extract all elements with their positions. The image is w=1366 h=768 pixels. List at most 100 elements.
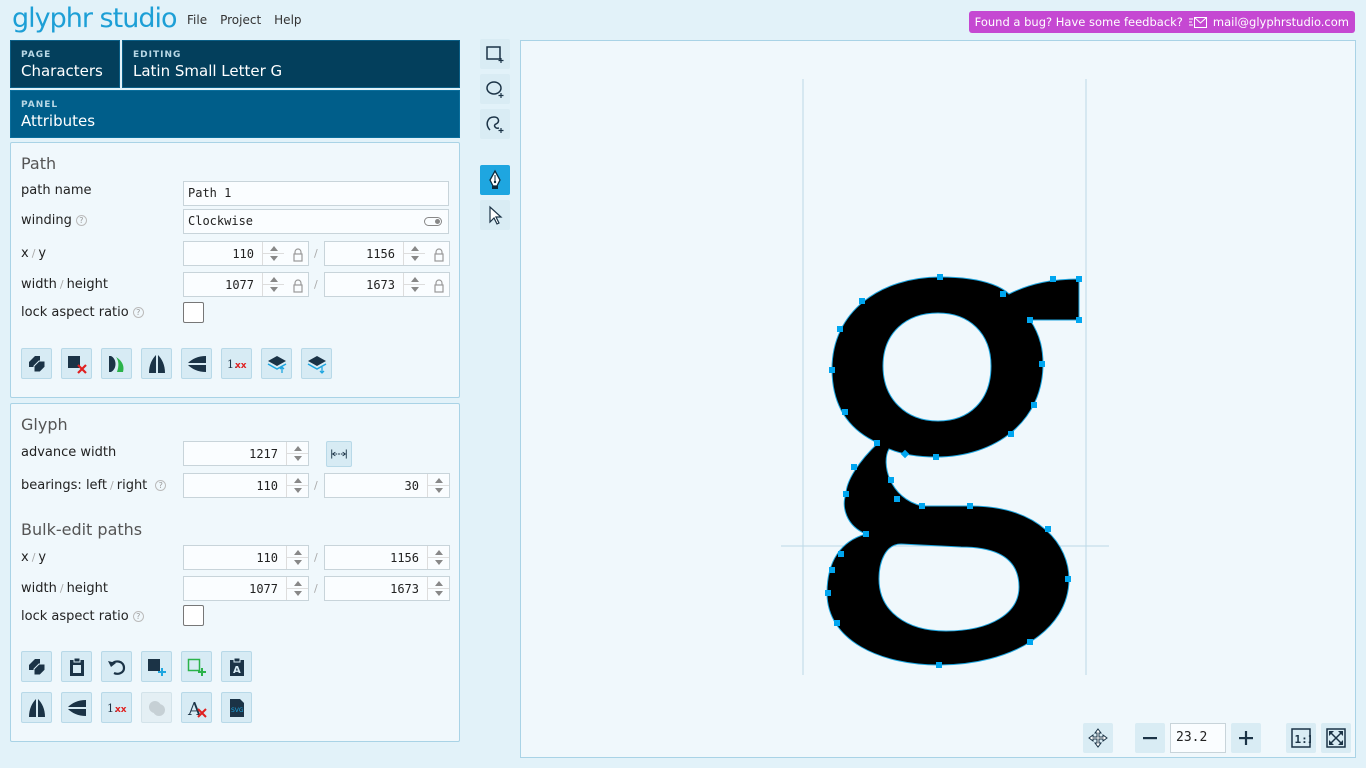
spinner-arrows-icon[interactable] xyxy=(286,546,308,569)
bulk-lock-aspect-checkbox[interactable] xyxy=(183,605,204,626)
undo-button[interactable] xyxy=(101,651,132,682)
lock-icon[interactable] xyxy=(429,242,449,267)
bulk-height-input[interactable]: 1673 xyxy=(324,576,450,601)
main-menu: File Project Help xyxy=(187,13,302,27)
glyph-import-icon: A xyxy=(229,657,244,676)
round-values-button[interactable]: 1. xx xyxy=(101,692,132,723)
pan-button[interactable] xyxy=(1083,723,1113,753)
advance-width-label: advance width xyxy=(21,445,117,460)
move-layer-down-button[interactable] xyxy=(301,348,332,379)
copy-path-button[interactable] xyxy=(21,348,52,379)
import-glyph-button[interactable]: A xyxy=(221,651,252,682)
path-x-input[interactable]: 110 xyxy=(183,241,309,266)
winding-toggle[interactable]: Clockwise xyxy=(183,209,449,234)
help-icon[interactable]: ? xyxy=(132,611,144,622)
lock-icon[interactable] xyxy=(288,242,308,267)
auto-width-button[interactable] xyxy=(326,441,352,467)
clear-glyph-icon: A xyxy=(187,699,207,719)
spinner-arrows-icon[interactable] xyxy=(427,474,449,497)
copy-glyph-button[interactable] xyxy=(21,651,52,682)
combine-paths-button[interactable] xyxy=(141,692,172,723)
path-width-input[interactable]: 1077 xyxy=(183,272,309,297)
select-arrow-tool[interactable] xyxy=(480,200,510,230)
move-layer-up-button[interactable] xyxy=(261,348,292,379)
advance-width-input[interactable]: 1217 xyxy=(183,441,309,466)
toggle-switch-icon[interactable] xyxy=(424,217,442,226)
wh-separator: / xyxy=(314,278,318,291)
bulk-x-input[interactable]: 110 xyxy=(183,545,309,570)
page-tile[interactable]: PAGE Characters xyxy=(10,40,120,88)
path-y-input[interactable]: 1156 xyxy=(324,241,450,266)
svg-text:1:1: 1:1 xyxy=(1295,733,1312,746)
bulk-width-input[interactable]: 1077 xyxy=(183,576,309,601)
app-logo: glyphr studio xyxy=(12,3,177,34)
bearing-right-input[interactable]: 30 xyxy=(324,473,450,498)
bearing-left-input[interactable]: 110 xyxy=(183,473,309,498)
actual-size-button[interactable]: 1:1 xyxy=(1286,723,1316,753)
spinner-arrows-icon[interactable] xyxy=(286,442,308,465)
path-height-input[interactable]: 1673 xyxy=(324,272,450,297)
slash-separator: / xyxy=(31,247,36,260)
bulk-y-value: 1156 xyxy=(390,551,419,565)
add-shape-button[interactable] xyxy=(141,651,172,682)
flip-horizontal-button[interactable] xyxy=(141,348,172,379)
lock-aspect-label: lock aspect ratio? xyxy=(21,305,144,320)
panel-tile[interactable]: PANEL Attributes xyxy=(10,90,460,138)
letter-g-path[interactable] xyxy=(826,276,1080,666)
spinner-arrows-icon[interactable] xyxy=(262,273,284,296)
spinner-arrows-icon[interactable] xyxy=(403,242,425,265)
bearings-right-label: right xyxy=(116,478,148,493)
flip-horizontal-button[interactable] xyxy=(21,692,52,723)
spinner-arrows-icon[interactable] xyxy=(286,474,308,497)
arrow-cursor-icon xyxy=(489,205,503,225)
bulk-xy-label: x / y xyxy=(21,550,46,565)
spinner-arrows-icon[interactable] xyxy=(427,546,449,569)
menu-file[interactable]: File xyxy=(187,13,207,27)
flip-vertical-button[interactable] xyxy=(181,348,212,379)
paste-button[interactable] xyxy=(61,651,92,682)
menu-project[interactable]: Project xyxy=(220,13,261,27)
spinner-arrows-icon[interactable] xyxy=(403,273,425,296)
winding-label-text: winding xyxy=(21,213,72,228)
help-icon[interactable]: ? xyxy=(75,215,87,226)
feedback-text: Found a bug? Have some feedback? xyxy=(974,15,1183,29)
fit-to-screen-button[interactable] xyxy=(1321,723,1351,753)
new-rectangle-tool[interactable] xyxy=(480,39,510,69)
new-path-tool[interactable] xyxy=(480,109,510,139)
new-oval-tool[interactable] xyxy=(480,74,510,104)
menu-help[interactable]: Help xyxy=(274,13,301,27)
help-icon[interactable]: ? xyxy=(155,480,167,491)
delete-path-button[interactable] xyxy=(61,348,92,379)
bulk-xy-separator: / xyxy=(314,551,318,564)
spinner-arrows-icon[interactable] xyxy=(286,577,308,600)
flip-vertical-button[interactable] xyxy=(61,692,92,723)
add-shape-icon xyxy=(147,658,166,676)
editing-tile[interactable]: EDITING Latin Small Letter G xyxy=(122,40,460,88)
path-name-input[interactable]: Path 1 xyxy=(183,181,449,206)
svg-text:xx: xx xyxy=(235,361,247,371)
reverse-winding-button[interactable] xyxy=(101,348,132,379)
feedback-button[interactable]: Found a bug? Have some feedback? mail@gl… xyxy=(968,11,1355,33)
zoom-level-input[interactable]: 23.2 xyxy=(1170,723,1226,753)
pen-tool[interactable] xyxy=(480,165,510,195)
lock-icon[interactable] xyxy=(429,273,449,298)
glyph-edit-canvas[interactable]: 23.2 1:1 xyxy=(520,40,1356,758)
bulk-y-input[interactable]: 1156 xyxy=(324,545,450,570)
round-values-button[interactable]: 1. xx xyxy=(221,348,252,379)
delete-icon xyxy=(67,355,87,374)
glyph-drawing[interactable] xyxy=(521,41,1355,757)
panel-tile-label: PANEL xyxy=(21,100,59,110)
page-tile-label: PAGE xyxy=(21,50,52,60)
zoom-in-button[interactable] xyxy=(1231,723,1261,753)
export-svg-button[interactable]: SVG xyxy=(221,692,252,723)
path-y-value: 1156 xyxy=(366,247,395,261)
help-icon[interactable]: ? xyxy=(132,307,144,318)
one-to-one-icon: 1:1 xyxy=(1291,728,1311,748)
spinner-arrows-icon[interactable] xyxy=(427,577,449,600)
clear-glyph-button[interactable]: A xyxy=(181,692,212,723)
lock-aspect-checkbox[interactable] xyxy=(183,302,204,323)
zoom-out-button[interactable] xyxy=(1135,723,1165,753)
spinner-arrows-icon[interactable] xyxy=(262,242,284,265)
add-component-button[interactable] xyxy=(181,651,212,682)
lock-icon[interactable] xyxy=(288,273,308,298)
